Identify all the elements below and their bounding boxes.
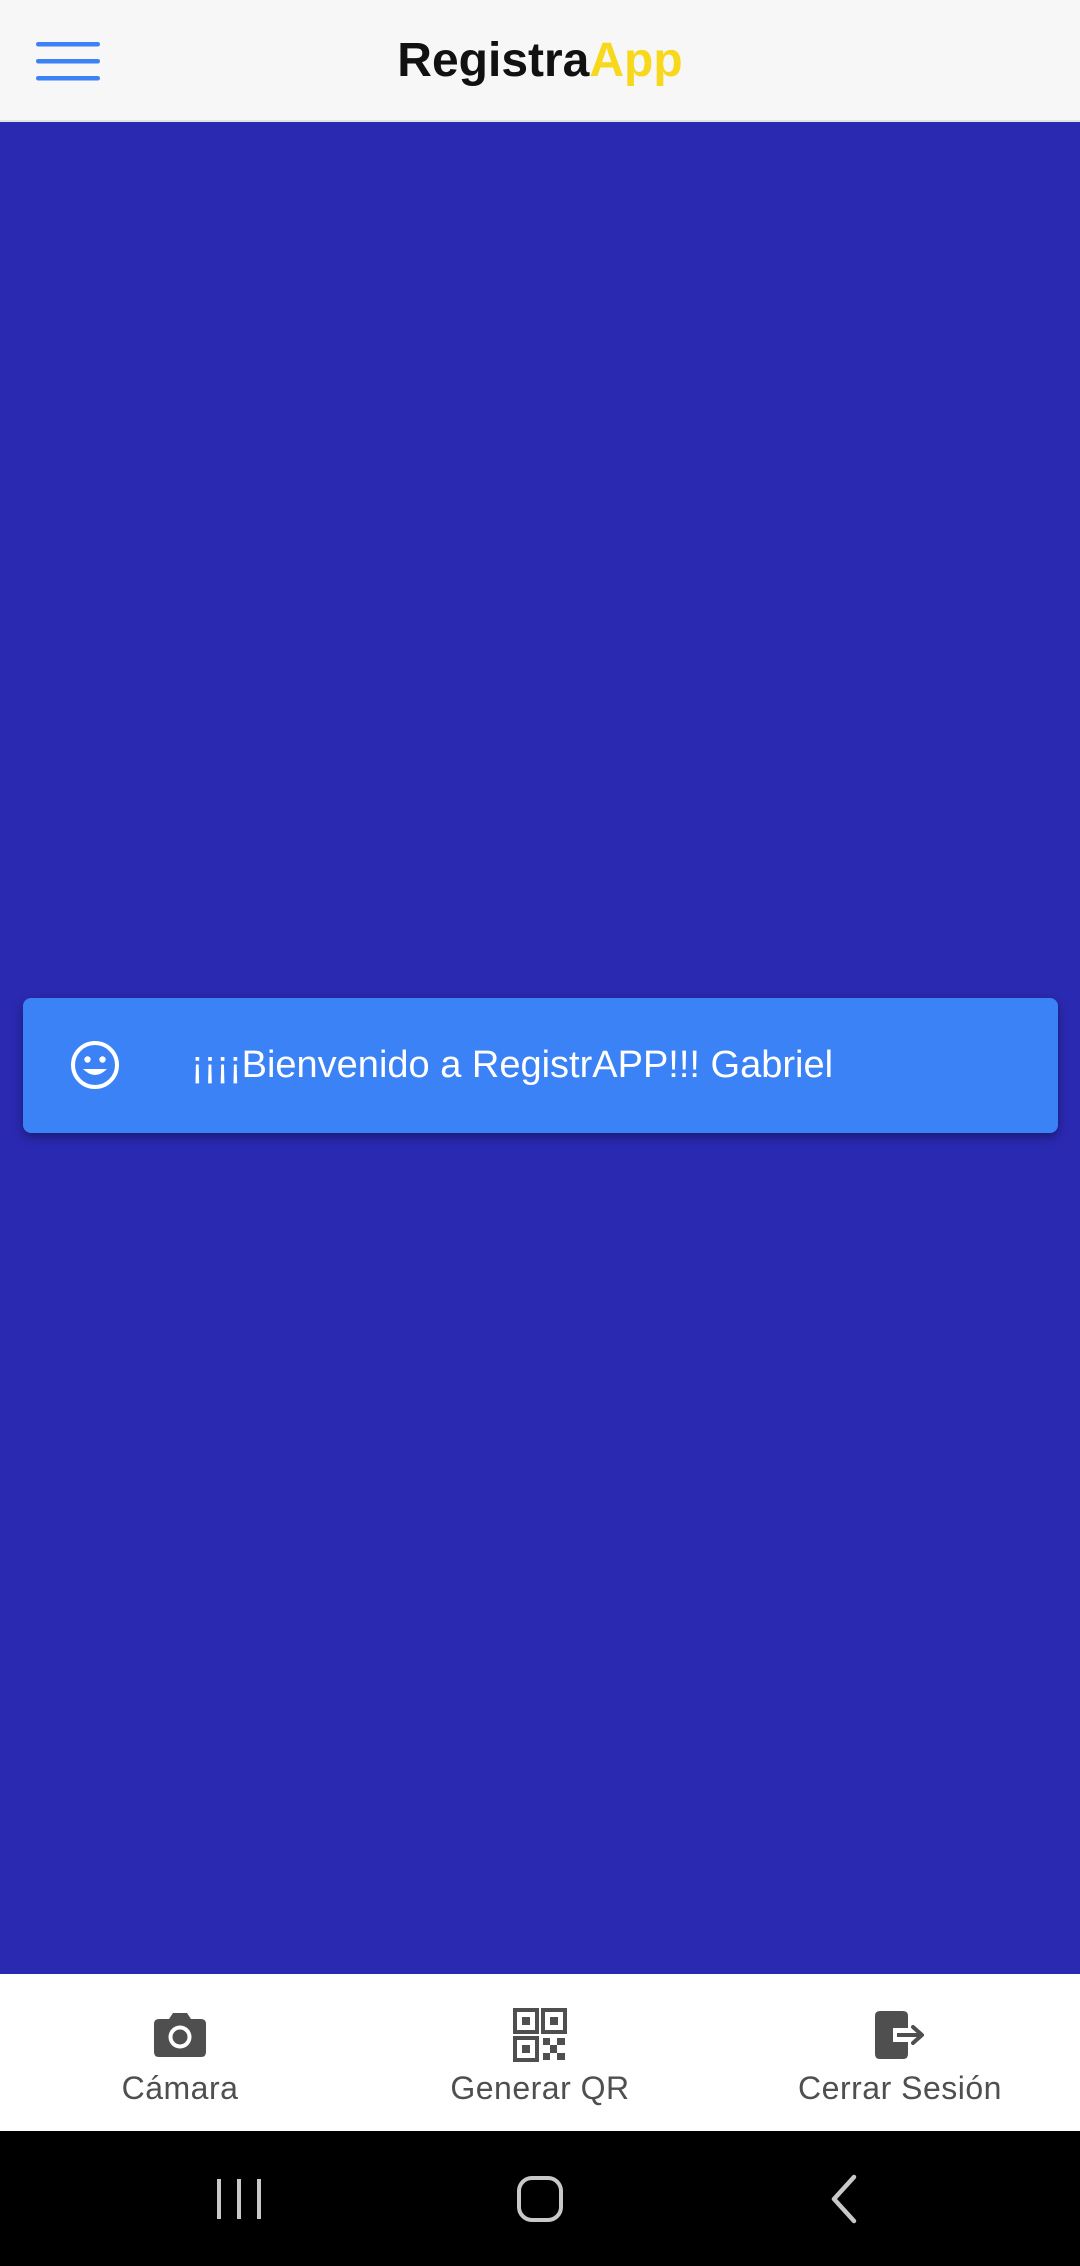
recent-apps-icon xyxy=(194,2157,284,2241)
bottom-tab-bar: Cámara Generar QR Cerrar Sesión xyxy=(0,1974,1080,2131)
toast-message: ¡¡¡¡Bienvenido a RegistrAPP!!! Gabriel xyxy=(191,1044,834,1086)
tab-label-camara: Cámara xyxy=(121,2070,239,2106)
camera-icon xyxy=(151,2006,209,2064)
app-title-main: Registra xyxy=(397,34,590,87)
smiley-face-icon xyxy=(69,1039,121,1091)
back-icon xyxy=(800,2157,890,2241)
system-navigation-bar xyxy=(0,2131,1080,2266)
back-button[interactable] xyxy=(800,2157,890,2241)
logout-icon xyxy=(871,2006,929,2064)
tab-generar-qr[interactable]: Generar QR xyxy=(360,1974,720,2131)
home-button[interactable] xyxy=(495,2157,585,2241)
recent-apps-button[interactable] xyxy=(194,2157,284,2241)
app-title: RegistraApp xyxy=(0,30,1080,92)
tab-camara[interactable]: Cámara xyxy=(0,1974,360,2131)
tab-label-generar-qr: Generar QR xyxy=(450,2070,630,2106)
app-title-accent: App xyxy=(589,34,683,87)
home-icon xyxy=(495,2157,585,2241)
app-header: RegistraApp xyxy=(0,0,1080,122)
tab-label-cerrar-sesion: Cerrar Sesión xyxy=(798,2070,1002,2106)
tab-cerrar-sesion[interactable]: Cerrar Sesión xyxy=(720,1974,1080,2131)
welcome-toast[interactable]: ¡¡¡¡Bienvenido a RegistrAPP!!! Gabriel xyxy=(23,998,1058,1133)
qr-code-icon xyxy=(511,2006,569,2064)
